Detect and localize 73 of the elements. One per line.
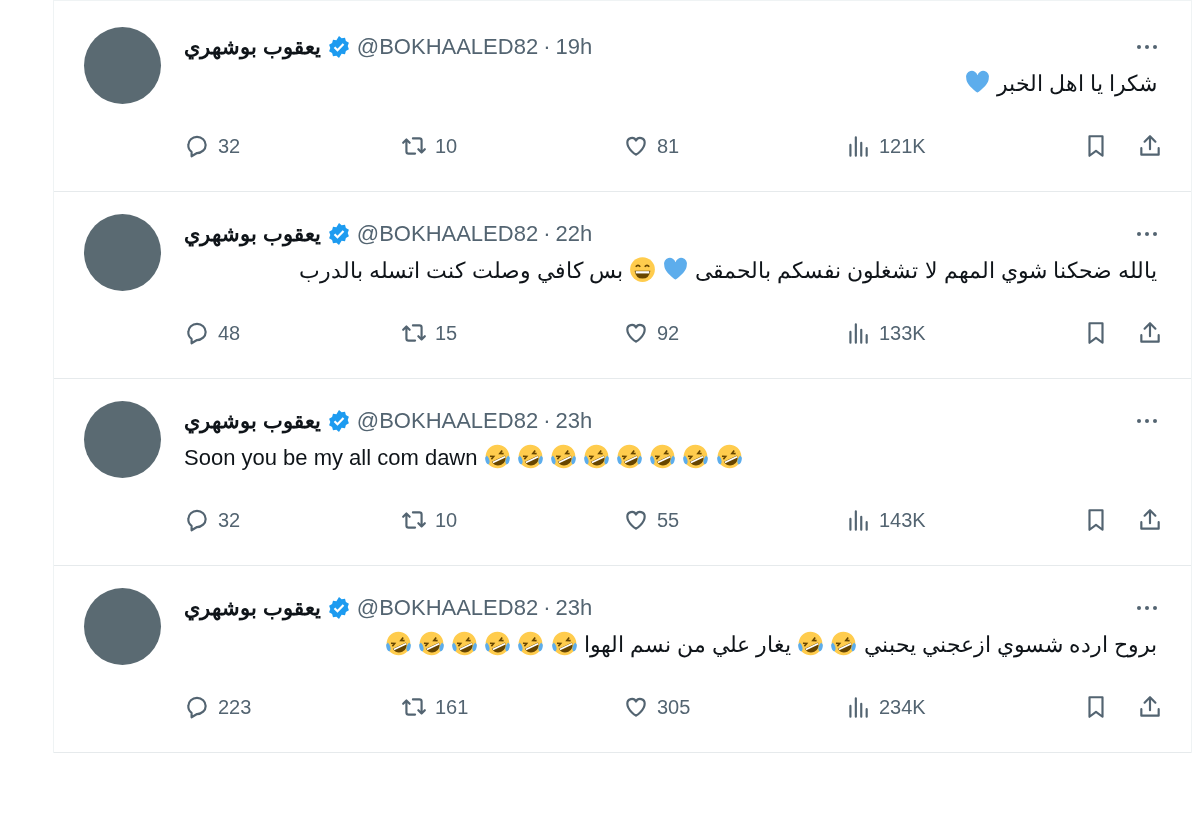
reply-button[interactable]: 48 (184, 320, 401, 346)
user-name[interactable]: يعقوب بوشهري (184, 35, 321, 59)
post-time[interactable]: 22h (555, 221, 593, 247)
more-icon (1135, 604, 1159, 612)
user-name[interactable]: يعقوب بوشهري (184, 222, 321, 246)
more-icon (1135, 230, 1159, 238)
repost-button[interactable]: 10 (401, 507, 623, 533)
user-handle[interactable]: @BOKHAALED82 (356, 408, 539, 434)
laughing-face-emoji-icon (384, 630, 412, 657)
user-name[interactable]: يعقوب بوشهري (184, 409, 321, 433)
laughing-face-emoji-icon (484, 630, 512, 657)
laughing-face-emoji-icon (516, 443, 544, 470)
laughing-face-emoji-icon (483, 443, 511, 470)
separator-dot: · (543, 221, 551, 247)
share-button[interactable] (1137, 320, 1163, 346)
heart-emoji-icon (662, 256, 690, 283)
views-button[interactable]: 121K (845, 133, 1055, 159)
laughing-face-emoji-icon (715, 443, 743, 470)
repost-button[interactable]: 15 (401, 320, 623, 346)
laughing-face-emoji-icon (549, 443, 577, 470)
laughing-face-emoji-icon (418, 630, 446, 657)
post-text: يغار علي من نسم الهوا (583, 632, 792, 657)
post-text: يالله ضحكنا شوي المهم لا تشغلون نفسكم بالحمقى (695, 258, 1157, 283)
share-button[interactable] (1137, 694, 1163, 720)
separator-dot: · (543, 34, 551, 60)
like-button[interactable]: 81 (623, 133, 845, 159)
laughing-face-emoji-icon (583, 443, 610, 470)
share-icon (1137, 507, 1163, 533)
views-button[interactable]: 143K (845, 507, 1055, 533)
post-time[interactable]: 23h (555, 408, 593, 434)
repost-button[interactable]: 10 (401, 133, 623, 159)
reply-icon (184, 694, 210, 720)
share-icon (1137, 694, 1163, 720)
heart-emoji-icon (963, 69, 991, 96)
user-handle[interactable]: @BOKHAALED82 (356, 221, 539, 247)
post-time[interactable]: 19h (555, 34, 593, 60)
more-icon (1135, 43, 1159, 51)
reply-icon (184, 320, 210, 346)
post-time[interactable]: 23h (555, 595, 593, 621)
grinning-face-emoji-icon (628, 256, 656, 283)
like-button[interactable]: 55 (623, 507, 845, 533)
laughing-face-emoji-icon (517, 630, 545, 657)
more-icon (1135, 417, 1159, 425)
views-button[interactable]: 133K (845, 320, 1055, 346)
laughing-face-emoji-icon (451, 630, 479, 657)
share-icon (1137, 320, 1163, 346)
laughing-face-emoji-icon (830, 630, 858, 657)
user-name[interactable]: يعقوب بوشهري (184, 596, 321, 620)
like-button[interactable]: 92 (623, 320, 845, 346)
separator-dot: · (543, 595, 551, 621)
views-button[interactable]: 234K (845, 694, 1055, 720)
laughing-face-emoji-icon (649, 443, 677, 470)
laughing-face-emoji-icon (682, 443, 710, 470)
share-button[interactable] (1137, 507, 1163, 533)
share-button[interactable] (1137, 133, 1163, 159)
post-text: بس كافي وصلت كنت اتسله بالدرب (299, 258, 623, 283)
reply-icon (184, 507, 210, 533)
reply-button[interactable]: 32 (184, 507, 401, 533)
post-text: شكرا يا اهل الخبر (996, 71, 1157, 96)
repost-button[interactable]: 161 (401, 694, 623, 720)
share-icon (1137, 133, 1163, 159)
post-text: بروح ارده شسوي ازعجني يحبني (863, 632, 1157, 657)
laughing-face-emoji-icon (550, 630, 578, 657)
user-handle[interactable]: @BOKHAALED82 (356, 595, 539, 621)
post-text: Soon you be my all com dawn (184, 445, 478, 470)
like-button[interactable]: 305 (623, 694, 845, 720)
reply-icon (184, 133, 210, 159)
reply-button[interactable]: 223 (184, 694, 401, 720)
reply-button[interactable]: 32 (184, 133, 401, 159)
laughing-face-emoji-icon (797, 630, 825, 657)
separator-dot: · (543, 408, 551, 434)
user-handle[interactable]: @BOKHAALED82 (356, 34, 539, 60)
laughing-face-emoji-icon (616, 443, 644, 470)
